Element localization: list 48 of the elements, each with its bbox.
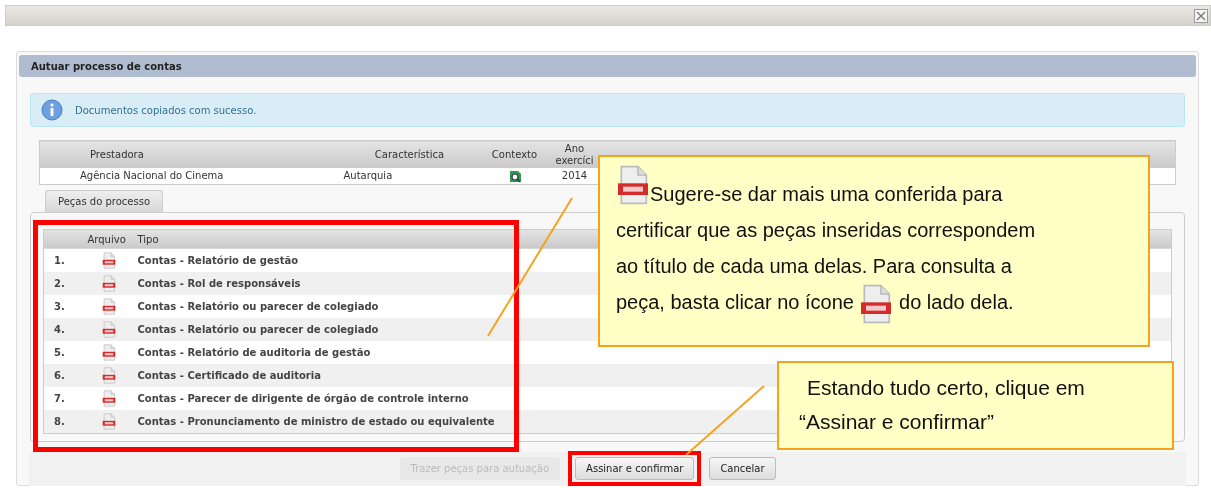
table-cell: Contas - Relatório de auditoria de gestão [137, 347, 371, 358]
action-button[interactable]: Cancelar [709, 457, 776, 480]
alert-message: Documentos copiados com sucesso. [75, 103, 257, 118]
callout-text: peça, basta clicar no ícone [616, 291, 854, 314]
callout-text: Estando tudo certo, clique em [806, 375, 1086, 401]
section-tab[interactable]: Peças do processo [45, 189, 164, 212]
table-cell: Contas - Pronunciamento de ministro de estado ou equivalente [137, 415, 495, 427]
row-number: 5. [43, 341, 84, 364]
pdf-icon[interactable] [101, 298, 116, 315]
callout-text: do lado dela. [899, 291, 1014, 314]
column-header: Contexto [479, 140, 550, 168]
action-button[interactable]: Assinar e confirmar [575, 457, 695, 480]
column-header: Prestadora [39, 140, 340, 168]
column-header: Ano exercíci [549, 140, 600, 168]
dialog-title: Autuar processo de contas [19, 55, 1196, 77]
table-cell: Contas - Relatório de gestão [137, 255, 299, 266]
row-number: 7. [43, 387, 84, 410]
pdf-icon[interactable] [101, 252, 116, 269]
pdf-icon [859, 284, 894, 324]
table-cell: Contas - Relatório ou parecer de colegiado [137, 301, 379, 312]
row-number: 4. [43, 318, 84, 341]
pdf-icon[interactable] [101, 344, 116, 361]
callout-text: ao título de cada uma delas. Para consulta a [616, 255, 1012, 277]
row-number: 8. [43, 410, 84, 433]
row-number: 1. [43, 249, 84, 272]
close-icon[interactable] [1194, 8, 1208, 23]
pdf-icon [616, 165, 650, 205]
column-header: Arquivo [83, 229, 134, 249]
row-number: 6. [43, 364, 84, 387]
magnifier-icon[interactable] [507, 169, 522, 184]
table-cell: 2014 [549, 168, 600, 184]
pdf-icon[interactable] [101, 367, 116, 384]
callout-text: Sugere-se dar mais uma conferida para [650, 183, 1003, 205]
table-cell: Contas - Parecer de dirigente de órgão de controle interno [137, 393, 469, 404]
pdf-icon[interactable] [101, 412, 116, 430]
table-cell: Contas - Rol de responsáveis [137, 278, 301, 289]
table-cell: Contas - Relatório ou parecer de colegiado [137, 324, 379, 335]
row-number: 2. [43, 272, 84, 295]
pdf-icon[interactable] [101, 321, 116, 338]
info-icon [41, 99, 63, 121]
table-cell: Agência Nacional do Cinema [39, 168, 340, 184]
pdf-icon[interactable] [101, 275, 116, 292]
table-cell: Contas - Certificado de auditoria [137, 370, 321, 381]
column-header: Característica [339, 140, 480, 168]
row-number: 3. [43, 295, 84, 318]
table-cell: Autarquia [339, 168, 480, 184]
callout-text: “Assinar e confirmar” [799, 408, 995, 435]
pdf-icon[interactable] [101, 390, 116, 407]
